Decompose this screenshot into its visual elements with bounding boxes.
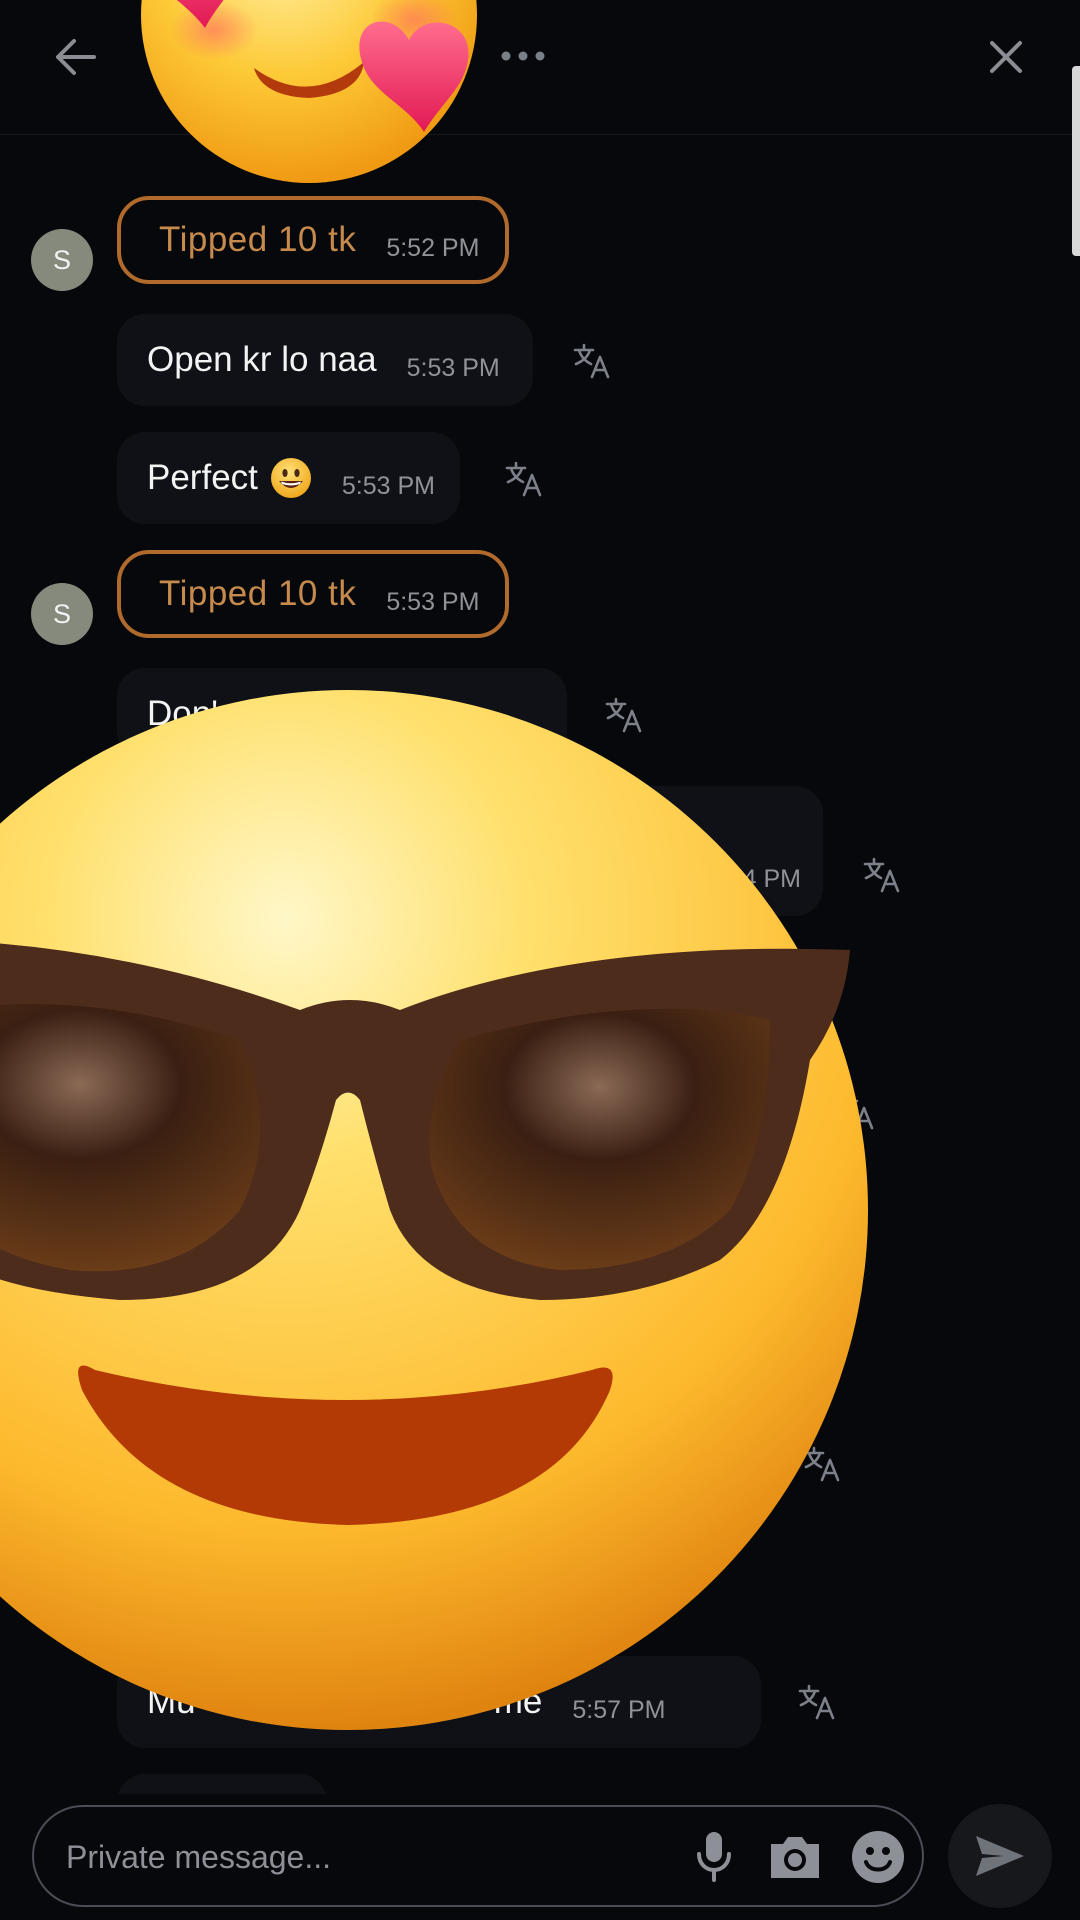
translate-icon: [505, 461, 542, 497]
back-arrow-icon: [56, 39, 96, 75]
message-bubble[interactable]: Perfect 5:53 PM: [117, 432, 460, 524]
message-composer: [32, 1805, 924, 1907]
avatar-initial: S: [52, 598, 71, 629]
tip-message: Tipped 10 tk 5:52 PM: [117, 196, 510, 284]
message-bubble[interactable]: Open kr lo naa 5:53 PM: [117, 314, 533, 406]
translate-button[interactable]: [572, 341, 612, 381]
smiling-face-with-hearts-icon: [141, 0, 477, 183]
avatar[interactable]: S: [31, 583, 93, 645]
send-button[interactable]: [948, 1804, 1052, 1908]
private-message-input[interactable]: [64, 1831, 688, 1883]
private-chat-screen: S Tipped 10 tk 5:52 PM Open kr lo naa 5:…: [0, 0, 1080, 1920]
translate-button[interactable]: [504, 459, 544, 499]
smiling-face-with-hearts-sticker: [124, 0, 484, 200]
back-button[interactable]: [44, 30, 106, 84]
close-icon: [990, 41, 1022, 73]
scrollbar-thumb[interactable]: [1072, 66, 1080, 256]
more-horizontal-icon: [501, 51, 545, 61]
microphone-icon: [697, 1832, 731, 1882]
message-time: 5:53 PM: [386, 587, 480, 616]
tip-message: Tipped 10 tk 5:53 PM: [117, 550, 510, 638]
tip-text: Tipped 10 tk: [159, 220, 357, 259]
microphone-button[interactable]: [688, 1829, 740, 1885]
smiling-face-with-sunglasses-icon: [0, 690, 868, 1730]
message-text: Perfect: [147, 458, 258, 497]
translate-icon: [573, 343, 610, 379]
camera-icon: [771, 1837, 819, 1878]
send-icon: [976, 1836, 1024, 1876]
camera-button[interactable]: [764, 1829, 826, 1885]
message-time: 5:53 PM: [406, 353, 500, 382]
smiling-face-with-sunglasses-sticker: [0, 690, 870, 1740]
tip-text: Tipped 10 tk: [159, 574, 357, 613]
emoji-button[interactable]: [849, 1829, 907, 1885]
close-button[interactable]: [982, 34, 1030, 80]
grinning-face-icon: [270, 458, 311, 498]
emoji-icon: [852, 1831, 904, 1883]
message-text: Open kr lo naa: [147, 340, 377, 379]
message-time: 5:53 PM: [341, 471, 435, 500]
message-time: 5:52 PM: [386, 233, 480, 262]
avatar[interactable]: S: [31, 229, 93, 291]
message-bubble[interactable]: [117, 1774, 327, 1794]
more-options-button[interactable]: [496, 38, 550, 74]
avatar-initial: S: [52, 244, 71, 275]
